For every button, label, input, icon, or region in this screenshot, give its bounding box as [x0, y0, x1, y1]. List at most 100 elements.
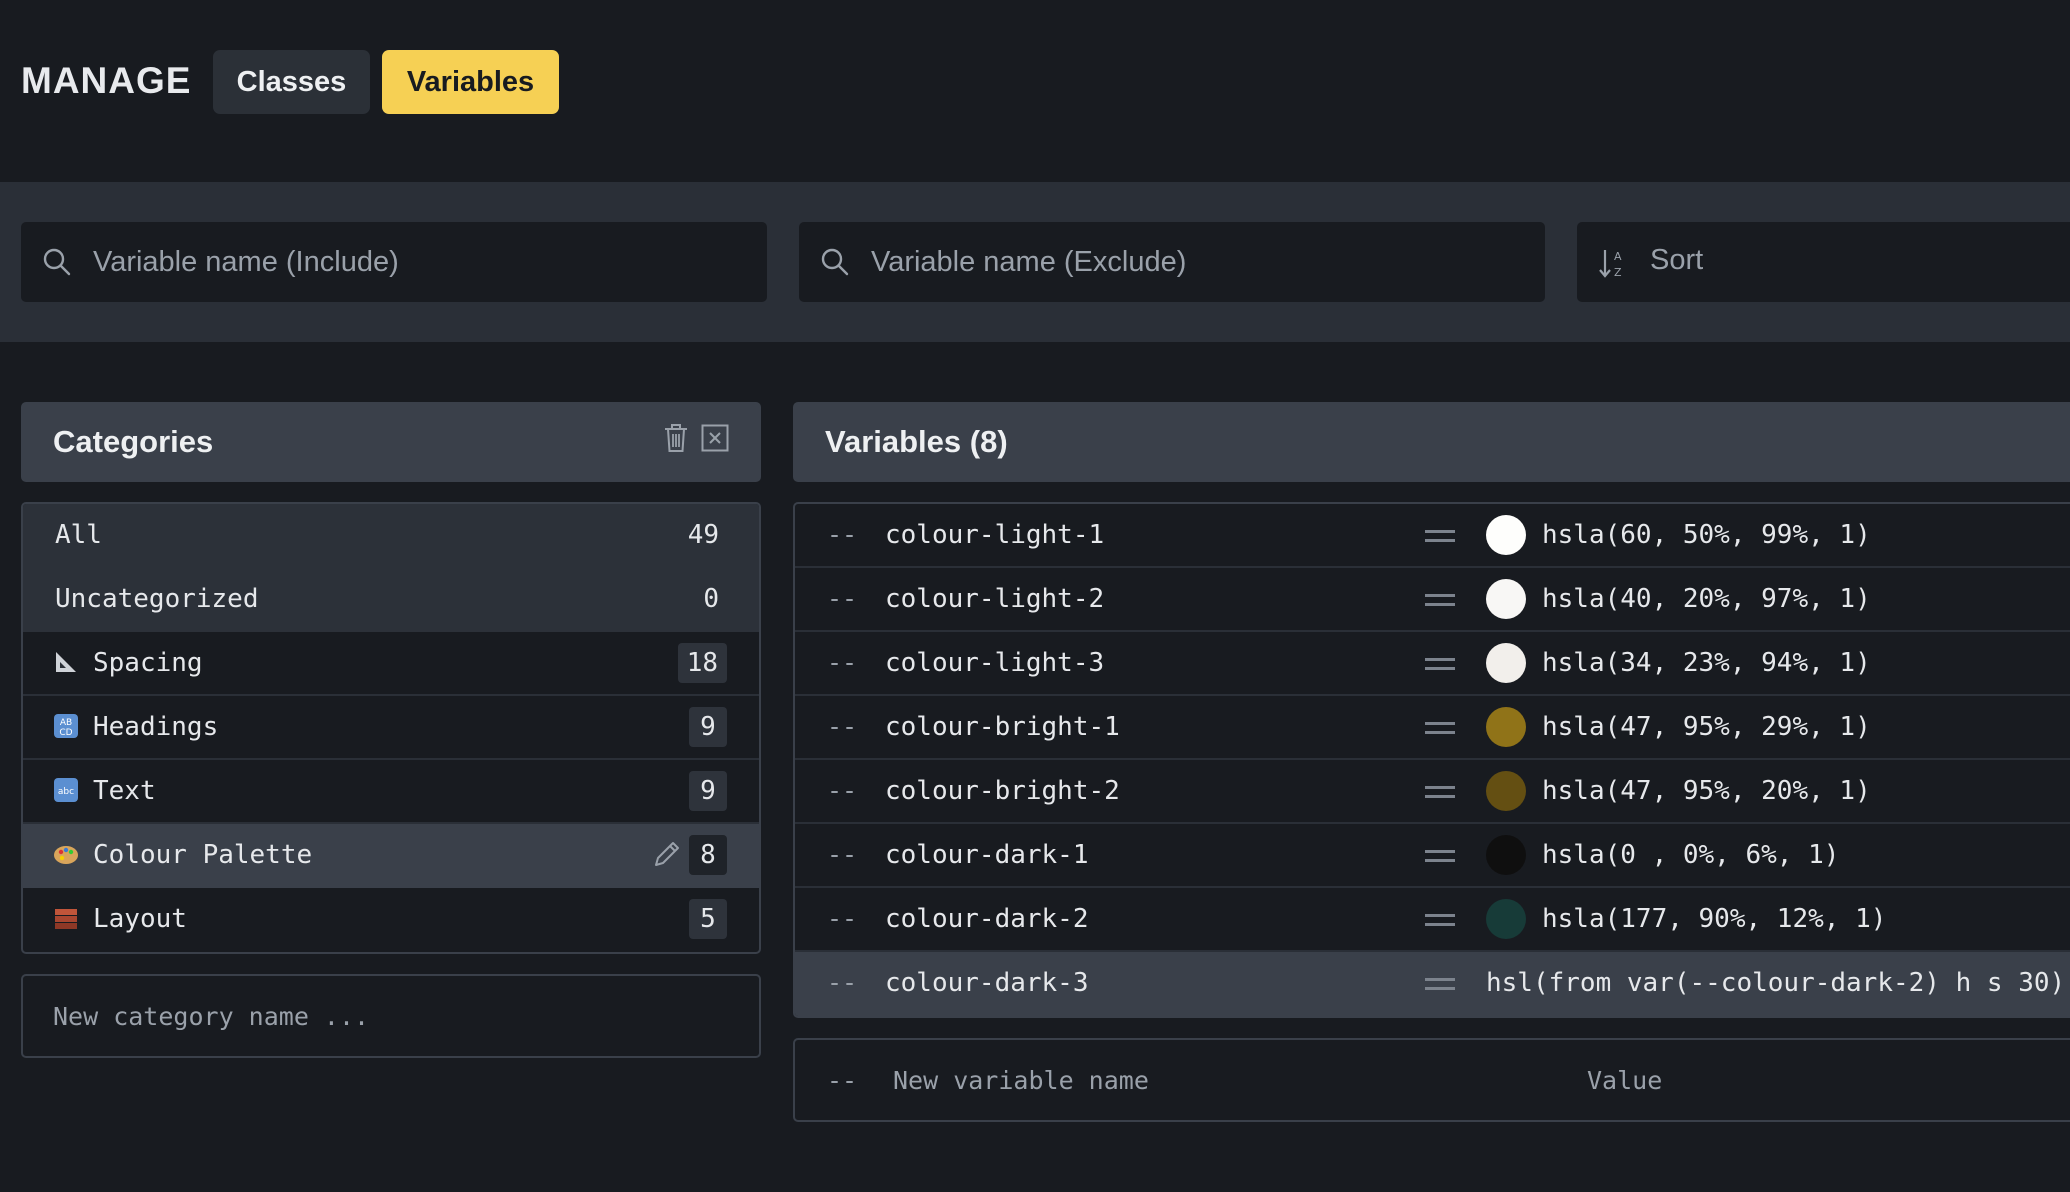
categories-header: Categories	[21, 402, 761, 482]
variable-prefix: --	[827, 840, 858, 869]
category-label: Uncategorized	[55, 584, 259, 614]
sort-az-icon: A Z	[1599, 250, 1622, 279]
category-label: Spacing	[93, 648, 203, 678]
drag-handle-icon[interactable]	[1425, 914, 1455, 928]
variable-prefix: --	[827, 904, 858, 933]
variable-list: -- colour-light-1 hsla(60, 50%, 99%, 1) …	[793, 502, 2070, 1018]
include-search-input[interactable]	[93, 222, 733, 302]
filter-bar: A Z Sort	[0, 182, 2070, 342]
variable-name[interactable]: colour-light-2	[885, 584, 1104, 614]
page-title: MANAGE	[21, 60, 192, 101]
variable-prefix: --	[827, 712, 858, 741]
variable-name[interactable]: colour-bright-1	[885, 712, 1120, 742]
variable-row[interactable]: -- colour-light-1 hsla(60, 50%, 99%, 1)	[795, 504, 2070, 568]
category-count-badge: 9	[689, 771, 727, 811]
color-swatch[interactable]	[1486, 643, 1526, 683]
variable-row[interactable]: -- colour-light-3 hsla(34, 23%, 94%, 1)	[795, 632, 2070, 696]
drag-handle-icon[interactable]	[1425, 978, 1455, 992]
category-item-colour-palette[interactable]: Colour Palette 8	[23, 824, 759, 888]
variable-value[interactable]: hsla(177, 90%, 12%, 1)	[1542, 904, 1886, 934]
svg-text:CD: CD	[59, 728, 72, 738]
variable-value[interactable]: hsl(from var(--colour-dark-2) h s 30)	[1486, 968, 2065, 998]
variable-row[interactable]: -- colour-bright-1 hsla(47, 95%, 29%, 1)	[795, 696, 2070, 760]
pencil-icon[interactable]	[651, 838, 683, 870]
variable-prefix: --	[827, 776, 858, 805]
search-icon	[821, 248, 849, 276]
category-label: Text	[93, 776, 156, 806]
category-item-all[interactable]: All 49	[23, 504, 759, 568]
exclude-search-input[interactable]	[871, 222, 1511, 302]
search-icon	[43, 248, 71, 276]
color-swatch[interactable]	[1486, 515, 1526, 555]
variable-row[interactable]: -- colour-bright-2 hsla(47, 95%, 20%, 1)	[795, 760, 2070, 824]
new-category-field	[21, 974, 761, 1058]
variable-value[interactable]: hsla(34, 23%, 94%, 1)	[1542, 648, 1871, 678]
category-count-badge: 8	[689, 835, 727, 875]
sort-label: Sort	[1650, 244, 1704, 276]
variables-title: Variables (8)	[825, 424, 1008, 459]
variable-name[interactable]: colour-light-1	[885, 520, 1104, 550]
trash-icon[interactable]	[662, 422, 690, 454]
category-count: 0	[703, 584, 719, 614]
variable-prefix: --	[827, 968, 858, 997]
abcd-icon: AB CD	[54, 714, 78, 738]
category-list: All 49 Uncategorized 0 Spacing 18 AB CD …	[21, 502, 761, 954]
svg-text:AB: AB	[60, 718, 72, 728]
drag-handle-icon[interactable]	[1425, 530, 1455, 544]
variable-name[interactable]: colour-light-3	[885, 648, 1104, 678]
categories-title: Categories	[53, 424, 214, 459]
palette-icon	[54, 846, 78, 864]
variable-prefix: --	[827, 584, 858, 613]
category-item-layout[interactable]: Layout 5	[23, 888, 759, 952]
color-swatch[interactable]	[1486, 707, 1526, 747]
new-variable-name-input[interactable]	[893, 1040, 1393, 1120]
close-box-icon[interactable]	[701, 424, 729, 452]
new-variable-field: --	[793, 1038, 2070, 1122]
variable-prefix: --	[827, 520, 858, 549]
variable-row[interactable]: -- colour-light-2 hsla(40, 20%, 97%, 1)	[795, 568, 2070, 632]
include-filter	[21, 222, 767, 302]
variable-value[interactable]: hsla(47, 95%, 29%, 1)	[1542, 712, 1871, 742]
variable-value[interactable]: hsla(47, 95%, 20%, 1)	[1542, 776, 1871, 806]
color-swatch[interactable]	[1486, 579, 1526, 619]
category-item-uncategorized[interactable]: Uncategorized 0	[23, 568, 759, 632]
category-item-spacing[interactable]: Spacing 18	[23, 632, 759, 696]
drag-handle-icon[interactable]	[1425, 786, 1455, 800]
variable-row[interactable]: -- colour-dark-2 hsla(177, 90%, 12%, 1)	[795, 888, 2070, 952]
color-swatch[interactable]	[1486, 899, 1526, 939]
variable-name[interactable]: colour-dark-2	[885, 904, 1089, 934]
sort-button[interactable]: A Z Sort	[1577, 222, 2070, 302]
category-count-badge: 18	[677, 643, 727, 683]
color-swatch[interactable]	[1486, 771, 1526, 811]
variable-row[interactable]: -- colour-dark-3 hsl(from var(--colour-d…	[795, 952, 2070, 1016]
bricks-icon	[55, 909, 77, 929]
variable-value[interactable]: hsla(40, 20%, 97%, 1)	[1542, 584, 1871, 614]
category-label: All	[55, 520, 102, 550]
variable-prefix: --	[827, 1066, 858, 1095]
variable-value[interactable]: hsla(0 , 0%, 6%, 1)	[1542, 840, 1839, 870]
abc-icon: abc	[54, 778, 78, 802]
category-item-headings[interactable]: AB CD Headings 9	[23, 696, 759, 760]
variable-name[interactable]: colour-dark-3	[885, 968, 1089, 998]
tab-classes[interactable]: Classes	[213, 50, 370, 114]
svg-text:A: A	[1614, 250, 1622, 263]
variable-row[interactable]: -- colour-dark-1 hsla(0 , 0%, 6%, 1)	[795, 824, 2070, 888]
variable-name[interactable]: colour-dark-1	[885, 840, 1089, 870]
category-item-text[interactable]: abc Text 9	[23, 760, 759, 824]
drag-handle-icon[interactable]	[1425, 594, 1455, 608]
drag-handle-icon[interactable]	[1425, 658, 1455, 672]
new-category-input[interactable]	[53, 976, 733, 1056]
header: MANAGE Classes Variables	[0, 0, 2070, 182]
category-label: Colour Palette	[93, 840, 313, 870]
tab-variables[interactable]: Variables	[382, 50, 559, 114]
category-count-badge: 9	[689, 707, 727, 747]
color-swatch[interactable]	[1486, 835, 1526, 875]
variable-name[interactable]: colour-bright-2	[885, 776, 1120, 806]
category-label: Headings	[93, 712, 219, 742]
exclude-filter	[799, 222, 1545, 302]
new-variable-value-input[interactable]	[1587, 1040, 2067, 1120]
drag-handle-icon[interactable]	[1425, 722, 1455, 736]
variable-value[interactable]: hsla(60, 50%, 99%, 1)	[1542, 520, 1871, 550]
svg-text:abc: abc	[58, 787, 74, 797]
drag-handle-icon[interactable]	[1425, 850, 1455, 864]
